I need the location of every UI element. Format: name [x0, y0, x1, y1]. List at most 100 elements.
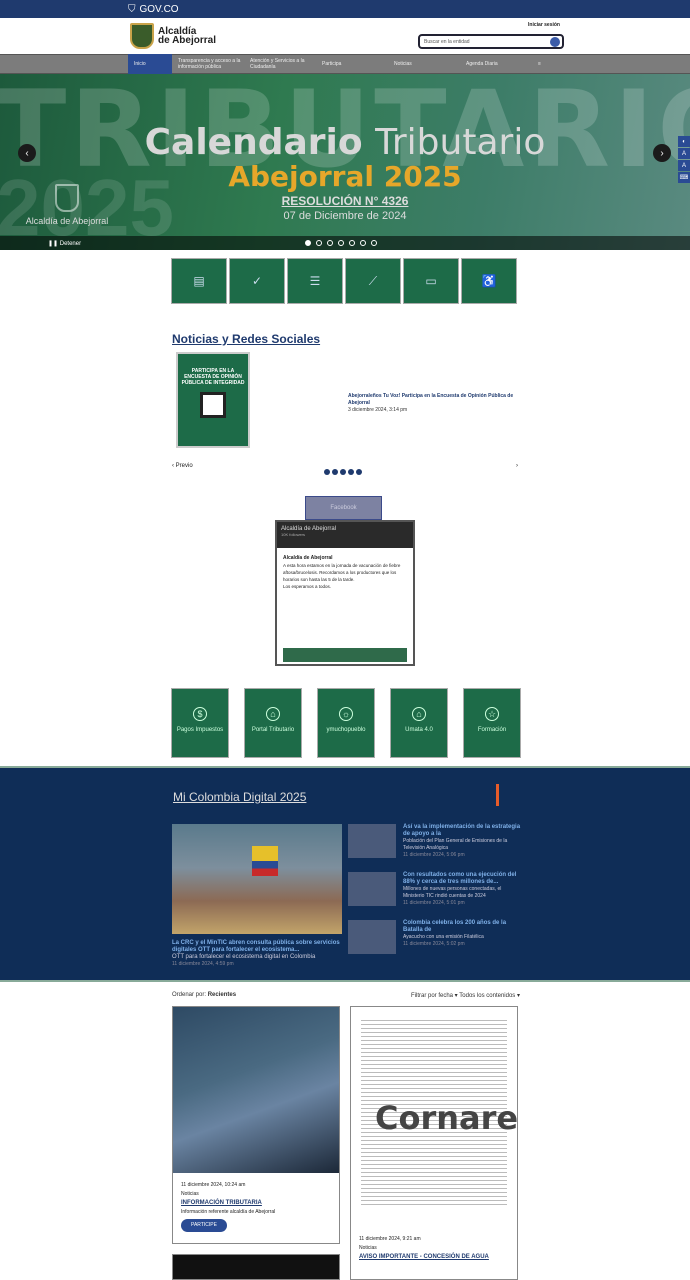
facebook-widget: Alcaldía de Abejorral 10K followers Alca… — [275, 520, 415, 666]
nav-item-agenda[interactable]: Agenda Diaria — [460, 54, 532, 74]
news-dot[interactable] — [332, 469, 338, 475]
nav-item-inicio[interactable]: Inicio — [128, 54, 172, 74]
facebook-header[interactable]: Alcaldía de Abejorral 10K followers — [277, 522, 413, 548]
carousel-dot[interactable] — [305, 240, 311, 246]
mcd-main-article[interactable]: La CRC y el MinTIC abren consulta públic… — [172, 940, 342, 968]
sort-bar: Ordenar por: Recientes Filtrar por fecha… — [172, 992, 520, 999]
hero-title: Calendario Tributario — [144, 122, 546, 163]
news-dot[interactable] — [348, 469, 354, 475]
tile-pagos[interactable]: $ Pagos Impuestos — [171, 688, 229, 758]
coat-of-arms-icon — [130, 23, 154, 49]
gov-label[interactable]: GOV.CO — [140, 4, 179, 15]
hero-brand: Alcaldía de Abejorral — [22, 184, 112, 226]
font-decrease-icon[interactable]: A — [678, 148, 690, 159]
dollar-icon: $ — [193, 707, 207, 721]
article-thumbnail — [348, 920, 396, 954]
carousel-dot[interactable] — [349, 240, 355, 246]
alcaldia-logo[interactable]: Alcaldía de Abejorral — [130, 23, 216, 49]
poster-text: PARTICIPA EN LA ENCUESTA DE OPINIÓN PÚBL… — [181, 368, 245, 386]
carousel-dot[interactable] — [338, 240, 344, 246]
hero-carousel: TRIBUTARIO 2025 Calendario Tributario Ab… — [0, 74, 690, 250]
article-thumbnail — [348, 872, 396, 906]
filter-content-select[interactable]: Todos los contenidos — [459, 993, 515, 999]
form-icon[interactable]: ☰ — [287, 258, 343, 304]
carousel-prev-icon[interactable]: ‹ — [18, 144, 36, 162]
check-icon[interactable]: ✓ — [229, 258, 285, 304]
carousel-dot[interactable] — [360, 240, 366, 246]
news-dot[interactable] — [324, 469, 330, 475]
quick-access-row: ▤ ✓ ☰ ⟋ ▭ ♿ — [171, 258, 517, 304]
feed-card[interactable] — [172, 1254, 340, 1280]
card-subtitle: Información referente alcaldía de Abejor… — [181, 1209, 276, 1215]
card-title[interactable]: AVISO IMPORTANTE - CONCESIÓN DE AGUA — [359, 1253, 489, 1262]
main-nav: Inicio Transparencia y acceso a la infor… — [0, 54, 690, 74]
mcd-title[interactable]: Mi Colombia Digital 2025 — [173, 790, 306, 804]
participe-button[interactable]: PARTICIPE — [181, 1219, 227, 1232]
house-icon: ⌂ — [412, 707, 426, 721]
menu-icon[interactable]: ≡ — [532, 54, 604, 74]
chart-icon[interactable]: ⟋ — [345, 258, 401, 304]
tile-portal-tributario[interactable]: ⌂ Portal Tributario — [244, 688, 302, 758]
accessibility-icon[interactable]: ♿ — [461, 258, 517, 304]
gov-shield-icon: ⛉ — [128, 3, 136, 15]
nav-item-noticias[interactable]: Noticias — [388, 54, 460, 74]
hero-shield-icon — [55, 184, 79, 212]
nav-item-participa[interactable]: Participa — [316, 54, 388, 74]
news-dot[interactable] — [356, 469, 362, 475]
card-date: 11 diciembre 2024, 9:21 am — [359, 1236, 421, 1242]
calculator-image — [173, 1007, 339, 1173]
news-dot[interactable] — [340, 469, 346, 475]
search-icon[interactable] — [550, 37, 560, 47]
news-next-icon[interactable]: › — [516, 463, 518, 469]
mcd-side-article[interactable]: Así va la implementación de la estrategi… — [348, 824, 523, 860]
tile-ymuchopueblo[interactable]: ☼ ymuchopueblo — [317, 688, 375, 758]
mcd-side-article[interactable]: Colombia celebra los 200 años de la Bata… — [348, 920, 523, 956]
card-title[interactable]: INFORMACIÓN TRIBUTARIA — [181, 1199, 331, 1208]
nav-item-transparencia[interactable]: Transparencia y acceso a la información … — [172, 54, 244, 74]
nav-item-atencion[interactable]: Atención y Servicios a la Ciudadanía — [244, 54, 316, 74]
carousel-dot[interactable] — [327, 240, 333, 246]
news-poster[interactable]: PARTICIPA EN LA ENCUESTA DE OPINIÓN PÚBL… — [176, 352, 250, 448]
contrast-icon[interactable]: ◐ — [678, 136, 690, 147]
feed-card[interactable]: Cornare 11 diciembre 2024, 9:21 am Notic… — [350, 1006, 518, 1280]
gov-bar: ⛉ GOV.CO — [0, 0, 690, 18]
carousel-stop-button[interactable]: ❚❚ Detener — [48, 240, 81, 247]
mcd-main-image[interactable] — [172, 824, 342, 934]
mcd-logo-icon — [496, 784, 510, 806]
facebook-tab-button[interactable]: Facebook — [305, 496, 382, 520]
mcd-side-article[interactable]: Con resultados como una ejecución del 88… — [348, 872, 523, 908]
facebook-post-image — [283, 648, 407, 662]
keyboard-icon[interactable]: ⌨ — [678, 172, 690, 183]
site-header: Alcaldía de Abejorral Iniciar sesión Bus… — [0, 18, 690, 54]
login-link[interactable]: Iniciar sesión — [528, 22, 560, 28]
document-icon[interactable]: ▤ — [171, 258, 227, 304]
mi-colombia-digital-section: Mi Colombia Digital 2025 La CRC y el Min… — [0, 766, 690, 982]
feed-card[interactable]: 11 diciembre 2024, 10:24 am Noticias INF… — [172, 1006, 340, 1244]
cornare-stamp: Cornare — [375, 1099, 519, 1137]
news-date: 3 diciembre 2024, 3:14 pm — [348, 407, 408, 413]
sun-icon: ☼ — [339, 707, 353, 721]
sort-select[interactable]: Recientes — [208, 992, 236, 998]
news-headline[interactable]: Abejorraleños Tu Voz! Participa en la En… — [348, 393, 518, 414]
sort-label: Ordenar por: — [172, 992, 207, 998]
accessibility-bar: ◐ A A ⌨ — [678, 136, 690, 183]
search-input[interactable]: Buscar en la entidad — [418, 34, 564, 49]
tile-formacion[interactable]: ☆ Formación — [463, 688, 521, 758]
carousel-dots — [305, 240, 377, 246]
tile-umata[interactable]: ⌂ Umata 4.0 — [390, 688, 448, 758]
news-carousel-controls: ‹ Previo › — [172, 463, 520, 475]
article-thumbnail — [348, 824, 396, 858]
font-increase-icon[interactable]: A — [678, 160, 690, 171]
logo-line2: de Abejorral — [158, 35, 216, 46]
carousel-next-icon[interactable]: › — [653, 144, 671, 162]
calendar-icon[interactable]: ▭ — [403, 258, 459, 304]
bank-icon: ⌂ — [266, 707, 280, 721]
card-category: Noticias — [181, 1191, 199, 1197]
qr-code-icon — [200, 392, 226, 418]
filter-date-select[interactable]: Filtrar por fecha — [411, 993, 453, 999]
carousel-dot[interactable] — [316, 240, 322, 246]
card-category: Noticias — [359, 1245, 377, 1251]
carousel-dot[interactable] — [371, 240, 377, 246]
news-prev-button[interactable]: ‹ Previo — [172, 463, 193, 469]
search-placeholder: Buscar en la entidad — [424, 38, 470, 45]
